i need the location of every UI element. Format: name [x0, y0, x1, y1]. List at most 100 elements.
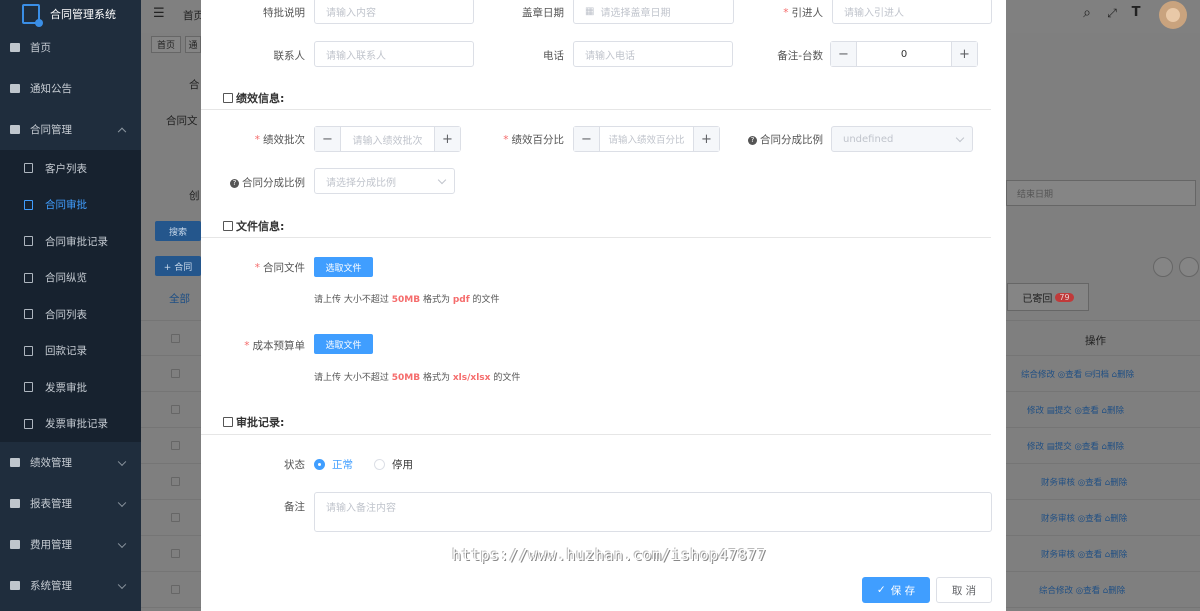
- budget-file-select-button[interactable]: 选取文件: [314, 334, 373, 354]
- op[interactable]: 修改: [1027, 442, 1044, 452]
- plus-icon[interactable]: +: [951, 42, 977, 66]
- cancel-button[interactable]: 取 消: [936, 577, 992, 603]
- search-icon[interactable]: ⌕: [1080, 6, 1094, 20]
- units-value[interactable]: 0: [857, 42, 951, 66]
- row-checkbox[interactable]: [171, 585, 180, 594]
- op[interactable]: 查看: [1083, 586, 1100, 596]
- sidebar-item-reports[interactable]: 报表管理: [0, 483, 141, 524]
- row-checkbox[interactable]: [171, 477, 180, 486]
- op[interactable]: 财务审核: [1041, 478, 1075, 488]
- row-ops[interactable]: 修改 ▤提交 ◎查看 ⌂删除: [1027, 404, 1124, 416]
- op[interactable]: 修改: [1027, 406, 1044, 416]
- sidebar-item-notice[interactable]: 通知公告: [0, 68, 141, 109]
- hamburger-icon[interactable]: ☰: [153, 6, 165, 21]
- op[interactable]: 查看: [1085, 478, 1102, 488]
- op[interactable]: 查看: [1065, 370, 1082, 380]
- end-date-input[interactable]: 结束日期: [1006, 180, 1196, 206]
- contract-file-select-button[interactable]: 选取文件: [314, 257, 373, 277]
- sidebar-item-home[interactable]: 首页: [0, 27, 141, 68]
- row-checkbox[interactable]: [171, 369, 180, 378]
- op[interactable]: 删除: [1108, 586, 1125, 596]
- minus-icon[interactable]: −: [315, 127, 341, 151]
- row-checkbox[interactable]: [171, 549, 180, 558]
- add-contract-button[interactable]: + 合同: [155, 256, 201, 276]
- sidebar-subitem-label: 合同审批记录: [45, 235, 108, 248]
- phone-input[interactable]: 请输入电话: [573, 41, 733, 67]
- special-input[interactable]: 请输入内容: [314, 0, 474, 24]
- tab-returned-badge: 79: [1055, 292, 1074, 302]
- tab-returned[interactable]: 已寄回 79: [1007, 283, 1089, 311]
- op[interactable]: 删除: [1110, 550, 1127, 560]
- sidebar-item-expenses[interactable]: 费用管理: [0, 524, 141, 565]
- sidebar-subitem-invoice-records[interactable]: 发票审批记录: [0, 406, 141, 443]
- status-radio-normal[interactable]: 正常: [314, 457, 353, 472]
- sidebar-item-contract[interactable]: 合同管理: [0, 109, 141, 150]
- perf-pct-input[interactable]: 请输入绩效百分比: [600, 127, 693, 151]
- tag-notice[interactable]: 通: [185, 36, 201, 53]
- sidebar-subitem-payment-records[interactable]: 回款记录: [0, 333, 141, 370]
- row-checkbox[interactable]: [171, 513, 180, 522]
- op[interactable]: 查看: [1085, 514, 1102, 524]
- sidebar-item-system[interactable]: 系统管理: [0, 565, 141, 606]
- op[interactable]: 查看: [1085, 550, 1102, 560]
- op[interactable]: 提交: [1055, 406, 1072, 416]
- tag-home[interactable]: 首页: [151, 36, 181, 53]
- introducer-input[interactable]: 请输入引进人: [832, 0, 992, 24]
- sidebar-subitem-contract-approval[interactable]: 合同审批: [0, 187, 141, 224]
- units-stepper[interactable]: − 0 +: [830, 41, 978, 67]
- save-button[interactable]: ✓ 保 存: [862, 577, 930, 603]
- ratio-select[interactable]: undefined: [831, 126, 973, 152]
- perf-pct-stepper[interactable]: − 请输入绩效百分比 +: [573, 126, 720, 152]
- remark-textarea[interactable]: 请输入备注内容: [314, 492, 992, 532]
- search-button[interactable]: 搜索: [155, 221, 201, 241]
- row-ops[interactable]: 综合修改 ◎查看 ⛁归档 ⌂删除: [1021, 368, 1134, 380]
- contact-input[interactable]: 请输入联系人: [314, 41, 474, 67]
- op[interactable]: 删除: [1107, 442, 1124, 452]
- plus-icon[interactable]: +: [693, 127, 719, 151]
- minus-icon[interactable]: −: [831, 42, 857, 66]
- ratio2-select[interactable]: 请选择分成比例: [314, 168, 455, 194]
- units-label: 备注-台数: [777, 50, 823, 62]
- sidebar-item-label: 合同管理: [30, 124, 72, 136]
- op[interactable]: 查看: [1082, 442, 1099, 452]
- status-radio-disabled[interactable]: 停用: [374, 457, 413, 472]
- op[interactable]: 财务审核: [1041, 550, 1075, 560]
- row-checkbox[interactable]: [171, 405, 180, 414]
- op[interactable]: 归档: [1092, 370, 1109, 380]
- minus-icon[interactable]: −: [574, 127, 600, 151]
- avatar[interactable]: [1159, 1, 1187, 29]
- op[interactable]: 提交: [1055, 442, 1072, 452]
- op[interactable]: 删除: [1117, 370, 1134, 380]
- op[interactable]: 删除: [1107, 406, 1124, 416]
- row-checkbox[interactable]: [171, 441, 180, 450]
- plus-icon[interactable]: +: [434, 127, 460, 151]
- sidebar-subitem-approval-records[interactable]: 合同审批记录: [0, 223, 141, 260]
- fullscreen-icon[interactable]: ⤢: [1105, 6, 1119, 20]
- font-size-icon[interactable]: T: [1129, 6, 1143, 20]
- sidebar-subitem-contract-list[interactable]: 合同列表: [0, 296, 141, 333]
- perf-batch-stepper[interactable]: − 请输入绩效批次 +: [314, 126, 461, 152]
- op[interactable]: 查看: [1082, 406, 1099, 416]
- row-ops[interactable]: 财务审核 ◎查看 ⌂删除: [1041, 476, 1127, 488]
- stamp-date-input[interactable]: ▦ 请选择盖章日期: [573, 0, 734, 24]
- op[interactable]: 删除: [1110, 478, 1127, 488]
- sidebar-subitem-invoice-approval[interactable]: 发票审批: [0, 369, 141, 406]
- row-ops[interactable]: 财务审核 ◎查看 ⌂删除: [1041, 512, 1127, 524]
- sidebar-subitem-customers[interactable]: 客户列表: [0, 150, 141, 187]
- row-ops[interactable]: 财务审核 ◎查看 ⌂删除: [1041, 548, 1127, 560]
- sidebar-item-label: 报表管理: [30, 498, 72, 510]
- row-ops[interactable]: 综合修改 ◎查看 ⌂删除: [1039, 584, 1125, 596]
- row-ops[interactable]: 修改 ▤提交 ◎查看 ⌂删除: [1027, 440, 1124, 452]
- refresh-icon[interactable]: [1179, 257, 1199, 277]
- perf-batch-input[interactable]: 请输入绩效批次: [341, 127, 434, 151]
- op[interactable]: 综合修改: [1039, 586, 1073, 596]
- sidebar-item-performance[interactable]: 绩效管理: [0, 442, 141, 483]
- doc-icon: [10, 540, 20, 549]
- select-all-checkbox[interactable]: [171, 334, 180, 343]
- op[interactable]: 删除: [1110, 514, 1127, 524]
- sidebar-subitem-overview[interactable]: 合同纵览: [0, 260, 141, 297]
- op[interactable]: 财务审核: [1041, 514, 1075, 524]
- op[interactable]: 综合修改: [1021, 370, 1055, 380]
- tab-all[interactable]: 全部: [169, 291, 201, 306]
- search-icon[interactable]: [1153, 257, 1173, 277]
